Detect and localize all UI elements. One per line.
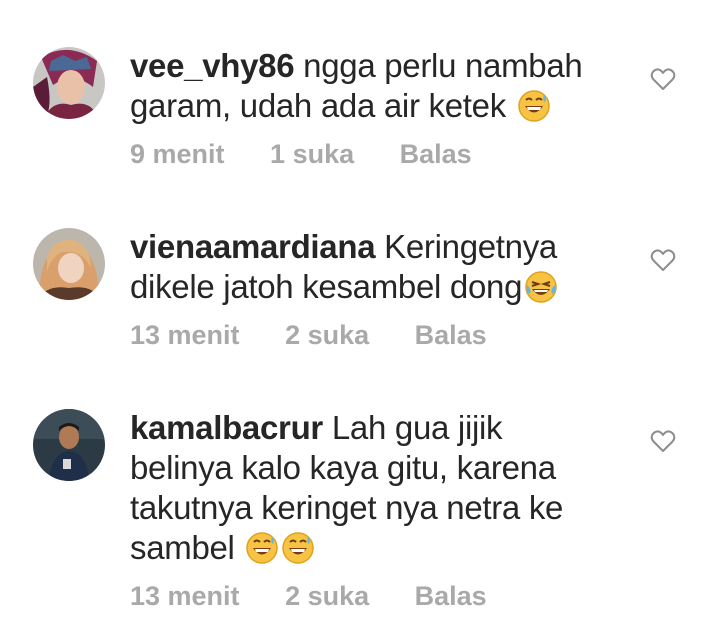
comment-body-line: belinya kalo kaya gitu, karena — [130, 449, 556, 486]
grinning-sweat-emoji — [518, 90, 550, 122]
reply-button[interactable]: Balas — [400, 139, 472, 169]
avatar[interactable] — [33, 228, 105, 300]
reply-button[interactable]: Balas — [415, 581, 487, 611]
comment-likes-count[interactable]: 2 suka — [285, 581, 369, 611]
comment-text: vee_vhy86 ngga perlu nambah garam, udah … — [130, 46, 610, 126]
comment-username[interactable]: vienaamardiana — [130, 228, 376, 265]
laughing-tears-emoji — [525, 271, 557, 303]
comment-meta: 13 menit 2 suka Balas — [130, 320, 525, 351]
comment-meta: 9 menit 1 suka Balas — [130, 139, 510, 170]
heart-outline-icon[interactable] — [650, 67, 676, 91]
comment-username[interactable]: vee_vhy86 — [130, 47, 295, 84]
comment-likes-count[interactable]: 1 suka — [270, 139, 354, 169]
comment-text: kamalbacrur Lah gua jijik belinya kalo k… — [130, 408, 610, 568]
comment-likes-count[interactable]: 2 suka — [285, 320, 369, 350]
comment-body-line: Keringetnya — [384, 228, 557, 265]
comment-timestamp: 13 menit — [130, 581, 240, 611]
avatar[interactable] — [33, 409, 105, 481]
comment-body-line: dikele jatoh kesambel dong — [130, 268, 523, 305]
grinning-sweat-emoji — [246, 532, 279, 564]
heart-outline-icon[interactable] — [650, 248, 676, 272]
grinning-sweat-emoji — [282, 532, 315, 564]
comment-body-line: sambel — [130, 529, 235, 566]
comment-body-line: takutnya keringet nya netra ke — [130, 489, 564, 526]
comment-timestamp: 9 menit — [130, 139, 225, 169]
comment-body-line: ngga perlu nambah — [303, 47, 583, 84]
comment-meta: 13 menit 2 suka Balas — [130, 581, 525, 612]
comment-text: vienaamardiana Keringetnya dikele jatoh … — [130, 227, 610, 307]
comment-body-line: garam, udah ada air ketek — [130, 87, 506, 124]
reply-button[interactable]: Balas — [415, 320, 487, 350]
avatar[interactable] — [33, 47, 105, 119]
comment-username[interactable]: kamalbacrur — [130, 409, 323, 446]
comment-body-line: Lah gua jijik — [331, 409, 503, 446]
comment-timestamp: 13 menit — [130, 320, 240, 350]
heart-outline-icon[interactable] — [650, 429, 676, 453]
